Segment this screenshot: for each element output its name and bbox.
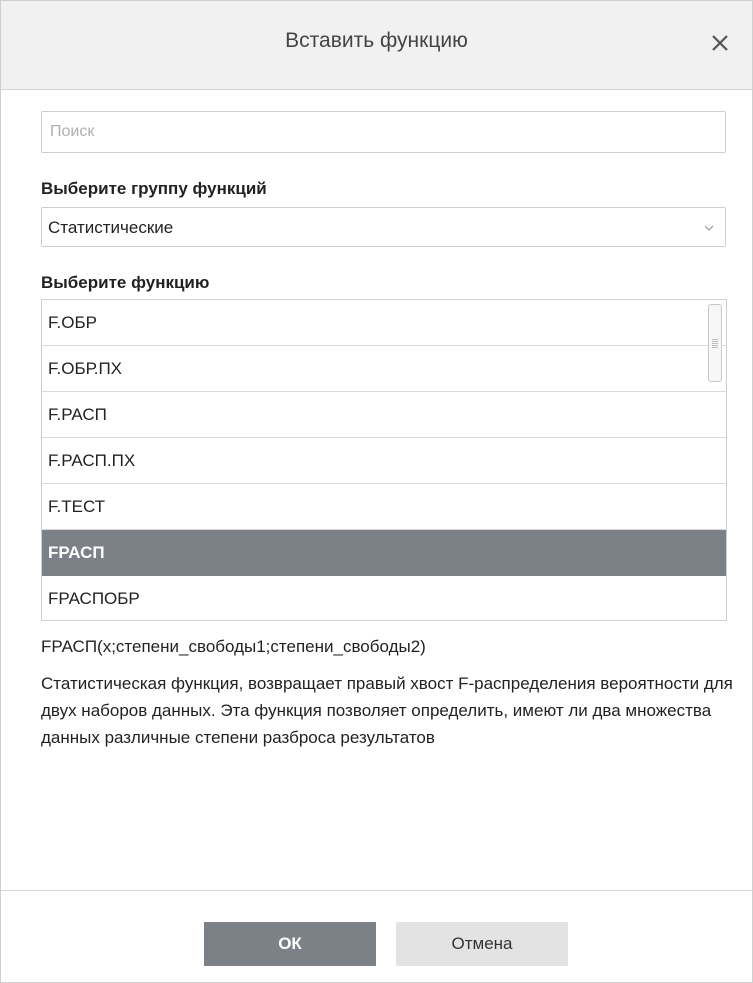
list-item[interactable]: F.ТЕСТ <box>42 484 726 530</box>
function-list[interactable]: F.ОБР F.ОБР.ПХ F.РАСП F.РАСП.ПХ F.ТЕСТ F… <box>41 299 727 621</box>
function-syntax: FРАСП(x;степени_свободы1;степени_свободы… <box>41 637 426 656</box>
list-item[interactable]: FРАСПОБР <box>42 576 726 620</box>
grip-icon <box>712 339 718 349</box>
dialog-title: Вставить функцию <box>285 29 468 52</box>
function-list-label: Выберите функцию <box>41 273 210 292</box>
scrollbar-thumb[interactable] <box>708 304 722 382</box>
dialog-titlebar: Вставить функцию <box>1 1 752 90</box>
ok-button[interactable]: ОК <box>204 922 376 966</box>
close-button[interactable] <box>700 23 740 63</box>
function-group-value: Статистические <box>48 218 174 237</box>
function-description: Статистическая функция, возвращает правы… <box>41 674 733 747</box>
function-group-label: Выберите группу функций <box>41 179 267 198</box>
function-group-select[interactable]: Статистические <box>41 207 726 247</box>
chevron-down-icon <box>704 225 714 231</box>
search-input[interactable] <box>41 111 726 153</box>
close-icon <box>712 35 728 51</box>
list-item[interactable]: F.ОБР <box>42 300 726 346</box>
cancel-button[interactable]: Отмена <box>396 922 568 966</box>
list-item-selected[interactable]: FРАСП <box>42 530 726 576</box>
list-item[interactable]: F.РАСП <box>42 392 726 438</box>
list-item[interactable]: F.РАСП.ПХ <box>42 438 726 484</box>
insert-function-dialog: Вставить функцию Выберите группу функций… <box>0 0 753 983</box>
footer-divider <box>1 890 752 891</box>
list-item[interactable]: F.ОБР.ПХ <box>42 346 726 392</box>
